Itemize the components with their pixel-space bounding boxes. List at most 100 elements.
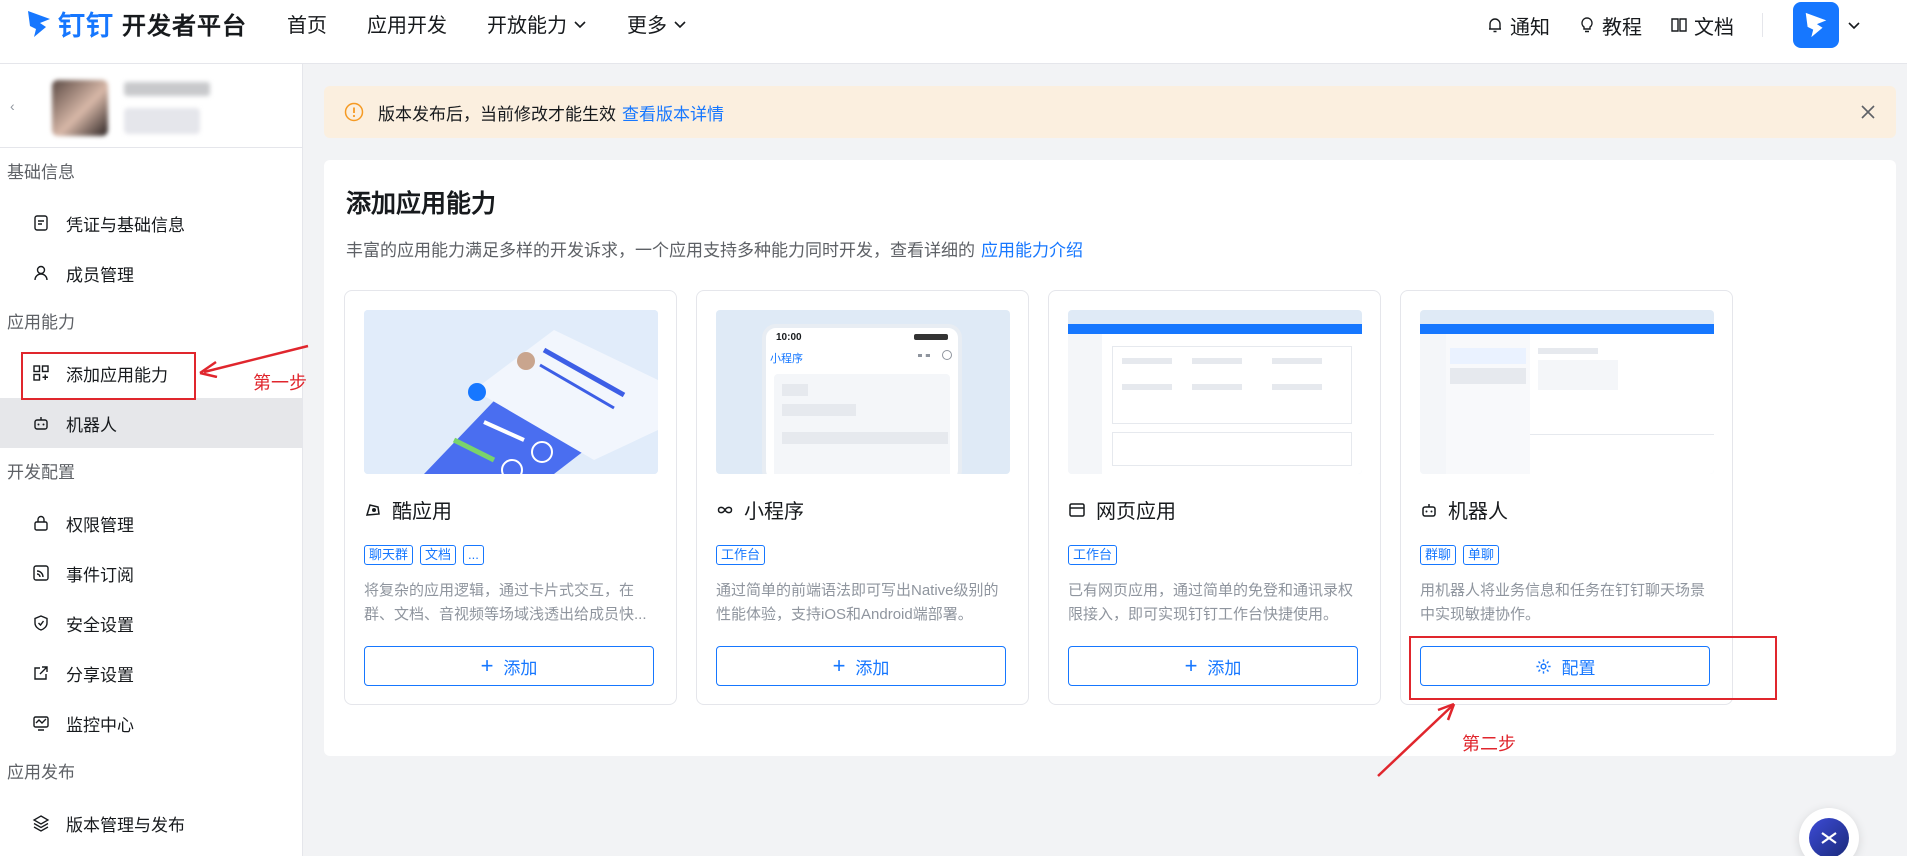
phone-content bbox=[774, 374, 950, 474]
sidebar-item-credentials[interactable]: 凭证与基础信息 bbox=[0, 198, 302, 248]
phone-status-icons bbox=[914, 334, 948, 340]
grid-add-icon bbox=[33, 365, 49, 381]
notice-text: 版本发布后，当前修改才能生效 bbox=[378, 104, 616, 124]
chevron-down-icon bbox=[674, 20, 686, 28]
group-app-release: 应用发布 bbox=[7, 763, 75, 782]
card-title: 酷应用 bbox=[364, 495, 452, 524]
phone-close-icon bbox=[942, 350, 952, 360]
notify-button[interactable]: 通知 bbox=[1486, 11, 1550, 40]
add-mini-program-button[interactable]: + 添加 bbox=[716, 646, 1006, 686]
nav-app-dev[interactable]: 应用开发 bbox=[367, 9, 447, 38]
capability-cards: 酷应用 聊天群 文档 ... 将复杂的应用逻辑，通过卡片式交互，在群、文档、音视… bbox=[344, 290, 1752, 705]
sidebar-item-members[interactable]: 成员管理 bbox=[0, 248, 302, 298]
tutorial-button[interactable]: 教程 bbox=[1578, 11, 1642, 40]
nav-open-capability[interactable]: 开放能力 bbox=[487, 9, 587, 38]
assistant-icon bbox=[1809, 818, 1849, 856]
group-basic-info: 基础信息 bbox=[7, 163, 75, 182]
card-title: 网页应用 bbox=[1068, 495, 1176, 524]
logo[interactable]: 钉钉 开发者平台 bbox=[26, 0, 247, 56]
notify-label: 通知 bbox=[1510, 16, 1550, 39]
phone-menu-icon bbox=[918, 354, 930, 357]
lightbulb-icon bbox=[1581, 17, 1593, 33]
button-label: 配置 bbox=[1561, 658, 1596, 678]
app-header: ‹ bbox=[0, 64, 302, 148]
sidebar-item-label: 安全设置 bbox=[66, 615, 134, 635]
close-icon[interactable] bbox=[1858, 102, 1878, 122]
group-dev-config: 开发配置 bbox=[7, 463, 75, 482]
dingtalk-logo-icon bbox=[28, 10, 50, 37]
phone-page-title: 小程序 bbox=[770, 353, 803, 365]
page-description-text: 丰富的应用能力满足多样的开发诉求，一个应用支持多种能力同时开发，查看详细的 bbox=[346, 241, 975, 260]
main-nav: 首页 应用开发 开放能力 更多 bbox=[287, 9, 727, 38]
platform-title: 开发者平台 bbox=[122, 13, 247, 40]
nav-tools: 通知 教程 文档 bbox=[1486, 0, 1907, 50]
tutorial-label: 教程 bbox=[1602, 16, 1642, 39]
card-web-app: 网页应用 工作台 已有网页应用，通过简单的免登和通讯录权限接入，即可实现钉钉工作… bbox=[1048, 290, 1381, 705]
user-avatar[interactable] bbox=[1793, 2, 1839, 48]
sidebar-item-permissions[interactable]: 权限管理 bbox=[0, 498, 302, 548]
sidebar-item-monitor[interactable]: 监控中心 bbox=[0, 698, 302, 748]
chevron-down-icon bbox=[574, 20, 586, 28]
chevron-down-icon[interactable] bbox=[1847, 18, 1861, 32]
rss-icon bbox=[33, 565, 49, 581]
plus-icon: + bbox=[480, 653, 494, 678]
layers-icon bbox=[32, 815, 50, 832]
user-icon bbox=[34, 265, 48, 281]
back-arrow-icon[interactable]: ‹ bbox=[10, 98, 15, 114]
sidebar-item-robot[interactable]: 机器人 bbox=[0, 398, 302, 448]
docs-button[interactable]: 文档 bbox=[1670, 11, 1734, 40]
card-title-text: 机器人 bbox=[1448, 501, 1508, 523]
tag: 工作台 bbox=[716, 545, 766, 565]
sidebar-item-label: 凭证与基础信息 bbox=[66, 215, 185, 235]
button-label: 添加 bbox=[1207, 658, 1242, 678]
tag: 群聊 bbox=[1420, 545, 1457, 565]
mini-program-illustration: 10:00 小程序 bbox=[716, 310, 1010, 474]
share-icon bbox=[34, 666, 48, 680]
notice-bar: 版本发布后，当前修改才能生效 查看版本详情 bbox=[324, 86, 1896, 138]
sidebar: ‹ 基础信息 凭证与基础信息 成员管理 应用能力 添加应用能力 机器人 开发配置… bbox=[0, 64, 303, 856]
gear-icon bbox=[1535, 658, 1551, 674]
monitor-icon bbox=[33, 716, 49, 731]
nav-home[interactable]: 首页 bbox=[287, 9, 327, 38]
card-title-text: 酷应用 bbox=[392, 501, 452, 523]
nav-more[interactable]: 更多 bbox=[627, 9, 687, 38]
sidebar-item-security[interactable]: 安全设置 bbox=[0, 598, 302, 648]
sidebar-item-label: 成员管理 bbox=[66, 265, 134, 285]
infinity-icon bbox=[717, 506, 733, 513]
sidebar-item-label: 事件订阅 bbox=[66, 565, 134, 585]
robot-illustration bbox=[1420, 310, 1714, 474]
robot-icon bbox=[34, 417, 48, 430]
sidebar-item-label: 机器人 bbox=[66, 415, 117, 435]
page-description: 丰富的应用能力满足多样的开发诉求，一个应用支持多种能力同时开发，查看详细的 应用能… bbox=[346, 236, 1083, 261]
add-cool-app-button[interactable]: + 添加 bbox=[364, 646, 654, 686]
card-description: 用机器人将业务信息和任务在钉钉聊天场景中实现敏捷协作。 bbox=[1420, 582, 1706, 623]
step1-label: 第一步 bbox=[253, 373, 307, 393]
card-tags: 工作台 bbox=[716, 545, 772, 565]
configure-robot-button[interactable]: 配置 bbox=[1420, 646, 1710, 686]
floating-assistant-button[interactable] bbox=[1799, 808, 1859, 856]
app-name-redacted bbox=[124, 82, 210, 96]
nav-open-capability-label: 开放能力 bbox=[487, 15, 567, 37]
card-tags: 工作台 bbox=[1068, 545, 1124, 565]
button-label: 添加 bbox=[503, 658, 538, 678]
card-tags: 群聊 单聊 bbox=[1420, 545, 1506, 565]
notice-link[interactable]: 查看版本详情 bbox=[622, 100, 724, 125]
sidebar-item-events[interactable]: 事件订阅 bbox=[0, 548, 302, 598]
card-title-text: 小程序 bbox=[744, 501, 804, 523]
sidebar-item-versions[interactable]: 版本管理与发布 bbox=[0, 798, 302, 848]
tag: 工作台 bbox=[1068, 545, 1118, 565]
sidebar-item-label: 监控中心 bbox=[66, 715, 134, 735]
tag: 文档 bbox=[420, 545, 457, 565]
shield-icon bbox=[34, 615, 48, 631]
phone-status-time: 10:00 bbox=[776, 332, 802, 343]
sidebar-item-share[interactable]: 分享设置 bbox=[0, 648, 302, 698]
card-title-text: 网页应用 bbox=[1096, 501, 1176, 523]
card-description: 已有网页应用，通过简单的免登和通讯录权限接入，即可实现钉钉工作台快捷使用。 bbox=[1068, 582, 1354, 623]
cool-app-illustration bbox=[364, 310, 658, 474]
tag-more[interactable]: ... bbox=[463, 545, 484, 565]
capability-intro-link[interactable]: 应用能力介绍 bbox=[981, 241, 1083, 260]
add-web-app-button[interactable]: + 添加 bbox=[1068, 646, 1358, 686]
brand-name: 钉钉 bbox=[58, 11, 114, 41]
assistant-glyph-icon bbox=[1821, 832, 1837, 844]
sidebar-item-label: 权限管理 bbox=[66, 515, 134, 535]
